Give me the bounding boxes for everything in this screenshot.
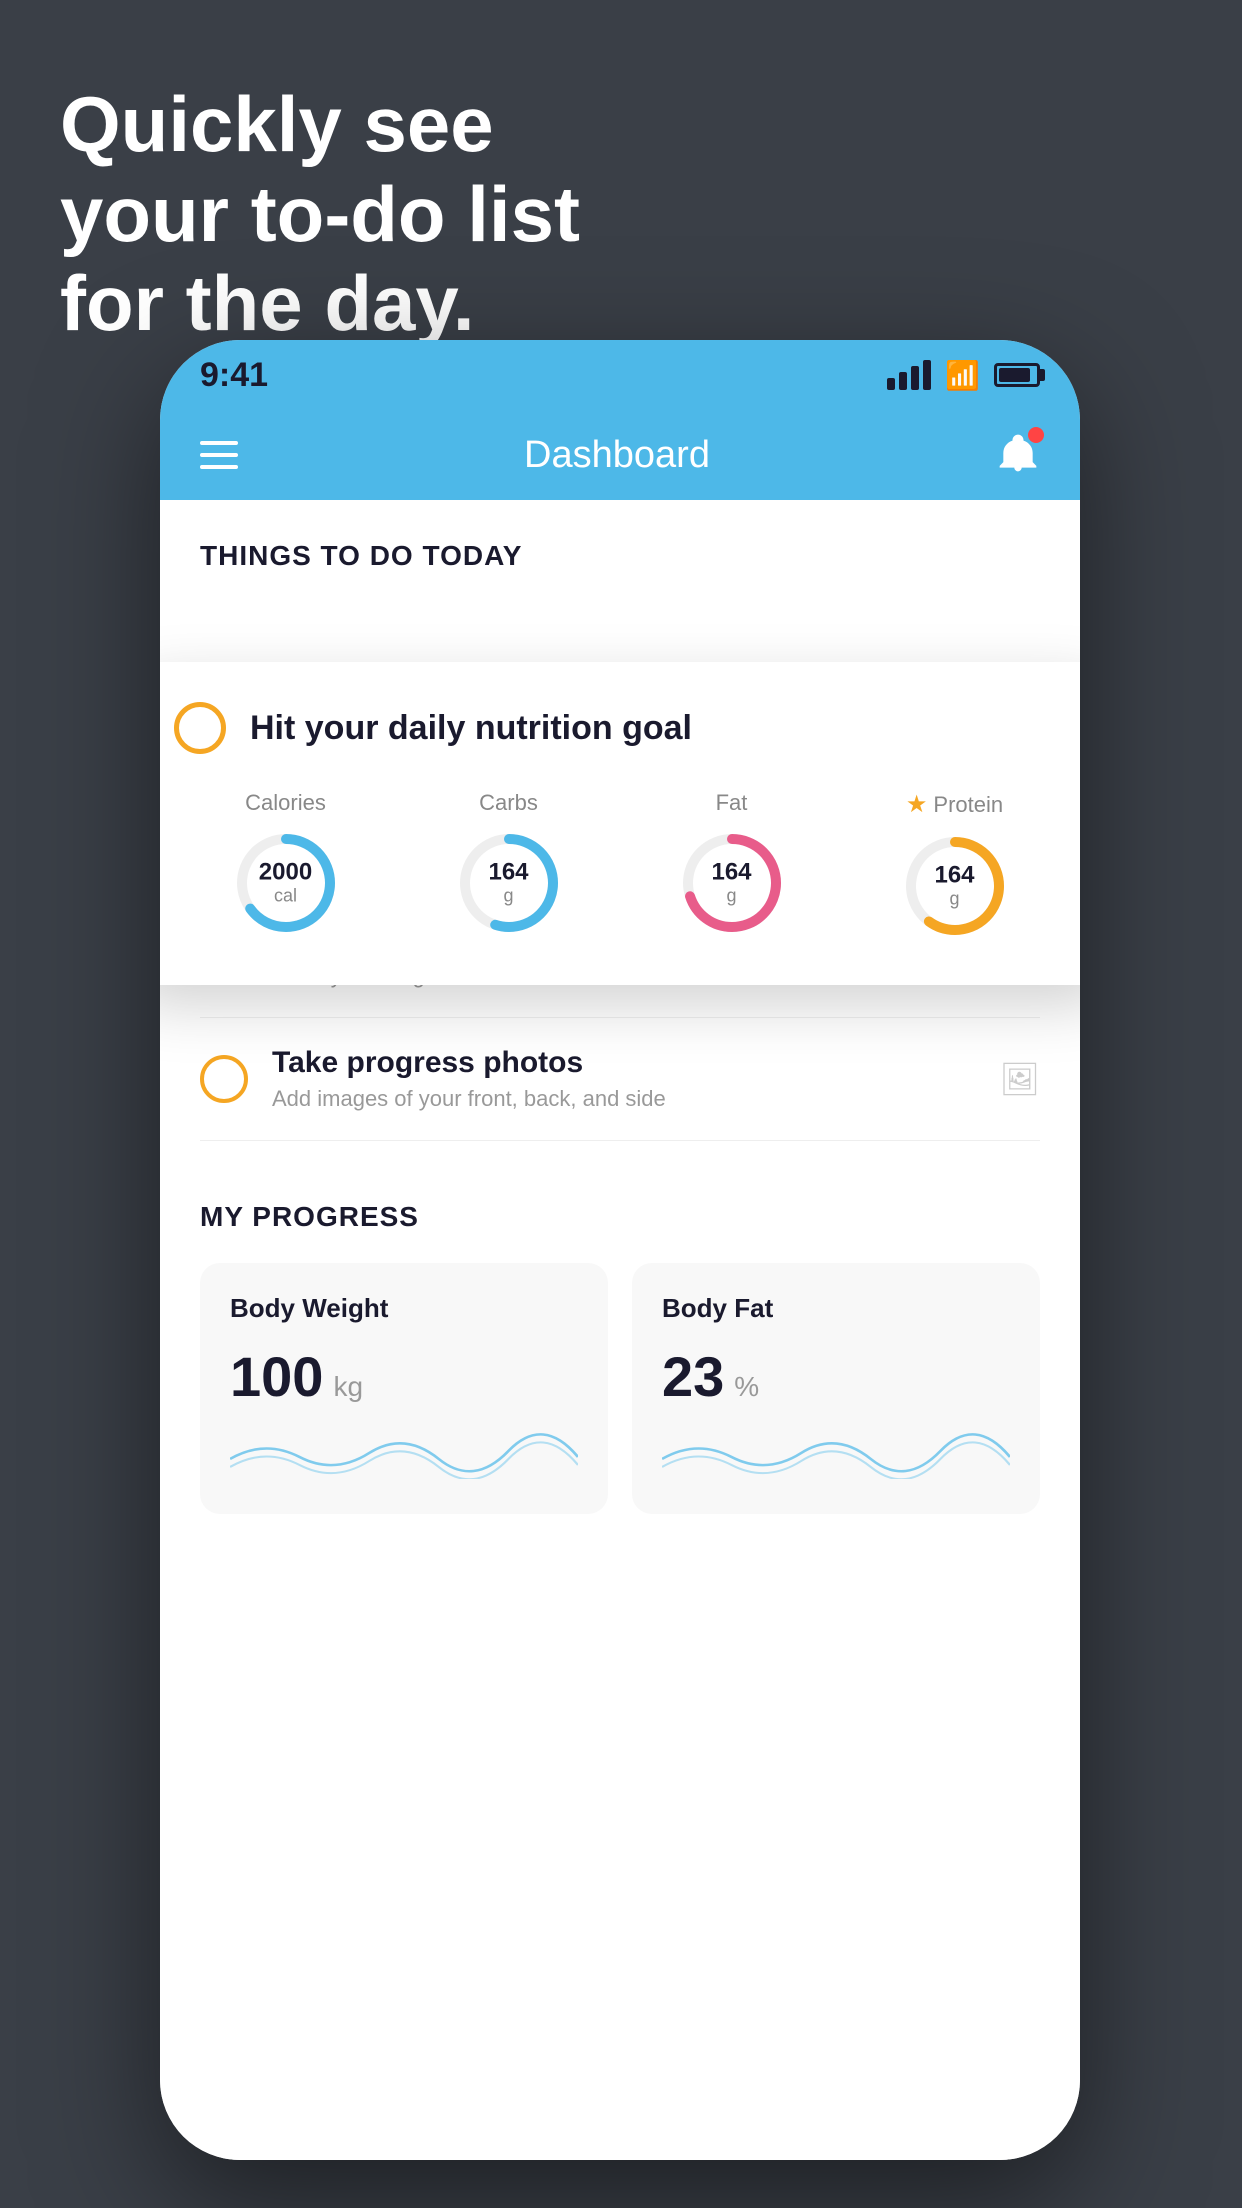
notification-dot bbox=[1028, 427, 1044, 443]
menu-button[interactable] bbox=[200, 441, 238, 469]
headline-line3: for the day. bbox=[60, 259, 580, 349]
nutrition-card: Hit your daily nutrition goal Calories 2… bbox=[160, 662, 1080, 985]
donut-unit-0: cal bbox=[259, 886, 312, 907]
nutrition-check-circle[interactable] bbox=[174, 702, 226, 754]
nutrition-item-1: Carbs 164 g bbox=[454, 790, 564, 941]
progress-section: MY PROGRESS Body Weight 100 kg Body Fat … bbox=[160, 1161, 1080, 1514]
todo-item-2[interactable]: Take progress photos Add images of your … bbox=[200, 1018, 1040, 1141]
donut-center-0: 2000 cal bbox=[259, 859, 312, 906]
todo-text-2: Take progress photos Add images of your … bbox=[272, 1046, 975, 1112]
nutrition-circles: Calories 2000 cal Carbs bbox=[174, 790, 1066, 941]
wifi-icon: 📶 bbox=[945, 359, 980, 392]
todo-sub-2: Add images of your front, back, and side bbox=[272, 1086, 975, 1112]
donut-center-3: 164 g bbox=[934, 862, 974, 909]
donut-3: 164 g bbox=[900, 831, 1010, 941]
progress-value-0: 100 bbox=[230, 1344, 323, 1409]
signal-icon bbox=[887, 360, 931, 390]
app-header: Dashboard bbox=[160, 410, 1080, 500]
donut-center-1: 164 g bbox=[488, 859, 528, 906]
headline-line1: Quickly see bbox=[60, 80, 580, 170]
donut-center-2: 164 g bbox=[711, 859, 751, 906]
donut-unit-3: g bbox=[934, 889, 974, 910]
nutrition-item-0: Calories 2000 cal bbox=[231, 790, 341, 941]
progress-wave-0 bbox=[230, 1429, 578, 1484]
progress-card-0[interactable]: Body Weight 100 kg bbox=[200, 1263, 608, 1514]
donut-unit-2: g bbox=[711, 886, 751, 907]
donut-value-0: 2000 bbox=[259, 859, 312, 885]
progress-card-title-1: Body Fat bbox=[662, 1293, 1010, 1324]
header-title: Dashboard bbox=[524, 434, 710, 477]
todo-name-2: Take progress photos bbox=[272, 1046, 975, 1080]
nutrition-card-header: Hit your daily nutrition goal bbox=[174, 702, 1066, 754]
progress-unit-0: kg bbox=[333, 1371, 363, 1403]
things-to-do-header: THINGS TO DO TODAY bbox=[160, 500, 1080, 592]
donut-2: 164 g bbox=[677, 828, 787, 938]
nutrition-card-title: Hit your daily nutrition goal bbox=[250, 709, 692, 748]
phone-content: THINGS TO DO TODAY Hit your daily nutrit… bbox=[160, 500, 1080, 2160]
nutrition-label-2: Fat bbox=[716, 790, 748, 816]
progress-wave-1 bbox=[662, 1429, 1010, 1484]
notification-button[interactable] bbox=[996, 431, 1040, 480]
headline-line2: your to-do list bbox=[60, 170, 580, 260]
todo-action-icon-2: 🖼 bbox=[999, 1060, 1040, 1098]
donut-value-1: 164 bbox=[488, 859, 528, 885]
progress-cards: Body Weight 100 kg Body Fat 23 % bbox=[200, 1263, 1040, 1514]
battery-icon bbox=[994, 363, 1040, 387]
progress-value-1: 23 bbox=[662, 1344, 724, 1409]
nutrition-item-3: ★Protein 164 g bbox=[900, 790, 1010, 941]
nutrition-label-0: Calories bbox=[245, 790, 326, 816]
progress-value-row-1: 23 % bbox=[662, 1344, 1010, 1409]
donut-unit-1: g bbox=[488, 886, 528, 907]
progress-header: MY PROGRESS bbox=[200, 1201, 1040, 1233]
todo-circle-2 bbox=[200, 1055, 248, 1103]
progress-unit-1: % bbox=[734, 1371, 759, 1403]
headline: Quickly see your to-do list for the day. bbox=[60, 80, 580, 349]
donut-value-3: 164 bbox=[934, 862, 974, 888]
progress-card-1[interactable]: Body Fat 23 % bbox=[632, 1263, 1040, 1514]
nutrition-label-3: ★Protein bbox=[906, 790, 1003, 819]
nutrition-label-1: Carbs bbox=[479, 790, 538, 816]
donut-1: 164 g bbox=[454, 828, 564, 938]
donut-0: 2000 cal bbox=[231, 828, 341, 938]
nutrition-item-2: Fat 164 g bbox=[677, 790, 787, 941]
status-icons: 📶 bbox=[887, 359, 1040, 392]
donut-value-2: 164 bbox=[711, 859, 751, 885]
phone-mockup: 9:41 📶 Dashboard TH bbox=[160, 340, 1080, 2160]
progress-card-title-0: Body Weight bbox=[230, 1293, 578, 1324]
progress-value-row-0: 100 kg bbox=[230, 1344, 578, 1409]
status-time: 9:41 bbox=[200, 356, 268, 395]
status-bar: 9:41 📶 bbox=[160, 340, 1080, 410]
